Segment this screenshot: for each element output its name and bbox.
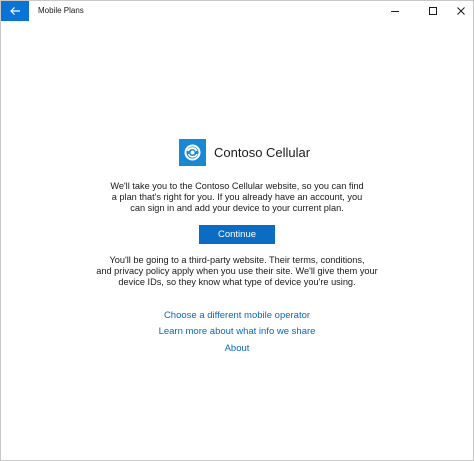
intro-text: We'll take you to the Contoso Cellular w… <box>61 181 413 214</box>
app-window: Mobile Plans Contoso Cellular We'll take… <box>0 0 474 461</box>
intro-line: can sign in and add your device to your … <box>130 203 344 213</box>
window-title: Mobile Plans <box>38 6 84 15</box>
third-party-disclaimer: You'll be going to a third-party website… <box>61 255 413 288</box>
main-content: Contoso Cellular We'll take you to the C… <box>1 21 473 460</box>
intro-line: a plan that's right for you. If you alre… <box>111 192 363 202</box>
operator-brand: Contoso Cellular <box>179 137 310 167</box>
title-bar: Mobile Plans <box>1 1 473 21</box>
close-button[interactable] <box>443 1 473 21</box>
choose-operator-link[interactable]: Choose a different mobile operator <box>61 310 413 322</box>
contoso-swirl-logo-icon <box>179 138 206 166</box>
continue-button[interactable]: Continue <box>199 225 275 244</box>
learn-more-link[interactable]: Learn more about what info we share <box>61 326 413 338</box>
intro-line: We'll take you to the Contoso Cellular w… <box>110 181 364 191</box>
arrow-left-icon <box>10 7 20 15</box>
maximize-icon <box>429 7 437 15</box>
minimize-button[interactable] <box>377 1 413 21</box>
close-icon <box>457 7 465 15</box>
back-button[interactable] <box>1 1 29 21</box>
operator-name: Contoso Cellular <box>214 144 311 160</box>
disclaimer-line: device IDs, so they know what type of de… <box>118 277 356 287</box>
minimize-icon <box>391 11 399 12</box>
about-link[interactable]: About <box>61 343 413 355</box>
disclaimer-line: and privacy policy apply when you use th… <box>96 266 378 276</box>
disclaimer-line: You'll be going to a third-party website… <box>109 255 365 265</box>
